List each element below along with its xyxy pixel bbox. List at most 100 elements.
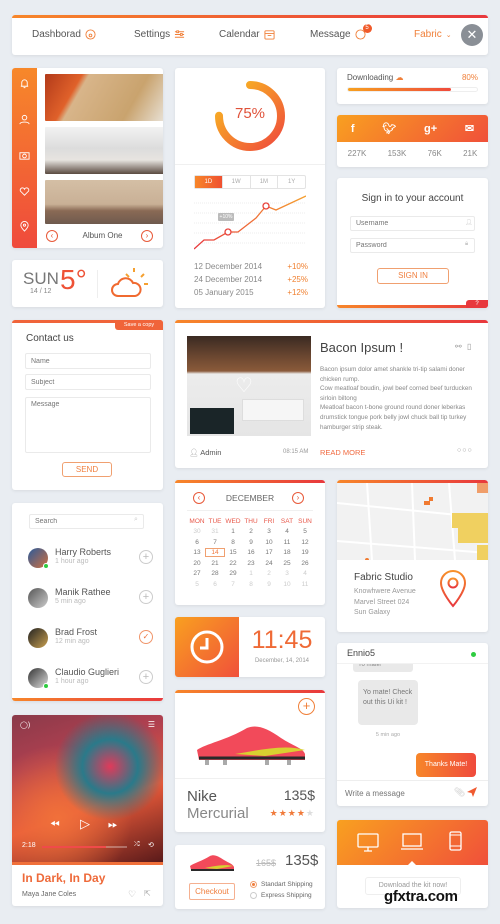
- avatar[interactable]: ✕: [461, 24, 483, 46]
- calendar-day[interactable]: 4: [278, 528, 296, 535]
- tablet-icon[interactable]: [449, 831, 462, 851]
- album-photo-desk[interactable]: [45, 74, 163, 121]
- calendar-day[interactable]: 13: [188, 549, 206, 556]
- range-tab-1d[interactable]: 1D: [195, 176, 223, 188]
- data-point[interactable]: [224, 228, 232, 236]
- radio-unselected[interactable]: [250, 892, 257, 899]
- forward-button[interactable]: ⏩︎: [108, 817, 118, 832]
- attach-icon[interactable]: 📎︎: [454, 787, 465, 798]
- bookmark-icon[interactable]: ▯: [467, 342, 471, 351]
- calendar-day[interactable]: 31: [206, 528, 224, 535]
- send-button[interactable]: SEND: [62, 462, 112, 477]
- calendar-day[interactable]: 9: [260, 581, 278, 588]
- calendar-day[interactable]: 10: [260, 539, 278, 546]
- map-pin-icon[interactable]: [439, 570, 467, 608]
- signin-button[interactable]: SIGN IN: [377, 268, 449, 284]
- heart-icon[interactable]: ♡: [235, 373, 253, 398]
- album-photo-bridge[interactable]: [45, 180, 163, 224]
- message-input[interactable]: [25, 397, 151, 453]
- laptop-icon[interactable]: [400, 833, 424, 851]
- calendar-day[interactable]: 7: [224, 581, 242, 588]
- next-month-button[interactable]: ›: [292, 492, 304, 504]
- add-person-button[interactable]: +: [139, 670, 153, 684]
- calendar-day[interactable]: 15: [224, 549, 242, 556]
- album-photo-office[interactable]: [45, 127, 163, 174]
- rewind-button[interactable]: ⏪︎: [50, 817, 60, 832]
- calendar-day[interactable]: 1: [242, 570, 260, 577]
- calendar-day[interactable]: 3: [260, 528, 278, 535]
- added-check-button[interactable]: ✓: [139, 630, 153, 644]
- send-icon[interactable]: [466, 786, 478, 798]
- calendar-day[interactable]: 24: [260, 560, 278, 567]
- more-options-icon[interactable]: ○○○: [457, 447, 473, 454]
- save-copy-button[interactable]: Save a copy: [115, 320, 163, 330]
- add-to-cart-button[interactable]: +: [298, 698, 315, 715]
- nav-message[interactable]: Message 5: [310, 24, 372, 40]
- equalizer-icon[interactable]: ☰: [148, 720, 155, 729]
- calendar-day[interactable]: 8: [224, 539, 242, 546]
- calendar-day[interactable]: 14: [205, 548, 225, 558]
- radio-selected[interactable]: [250, 881, 257, 888]
- calendar-day[interactable]: 7: [206, 539, 224, 546]
- user-menu[interactable]: Fabric ⌄: [414, 29, 452, 40]
- bell-icon[interactable]: [19, 78, 30, 89]
- facebook-icon[interactable]: f: [351, 123, 355, 135]
- calendar-day[interactable]: 11: [278, 539, 296, 546]
- volume-icon[interactable]: ◯): [20, 721, 30, 729]
- name-input[interactable]: [25, 353, 151, 369]
- range-tab-1y[interactable]: 1Y: [278, 176, 305, 188]
- calendar-day[interactable]: 1: [224, 528, 242, 535]
- calendar-day[interactable]: 2: [242, 528, 260, 535]
- calendar-day[interactable]: 20: [188, 560, 206, 567]
- album-next-button[interactable]: ›: [141, 230, 153, 242]
- calendar-day[interactable]: 6: [188, 539, 206, 546]
- username-input[interactable]: [350, 216, 475, 231]
- shipping-option[interactable]: Express Shipping: [250, 892, 312, 899]
- nav-dashboard[interactable]: Dashborad: [32, 29, 96, 40]
- user-icon[interactable]: [19, 114, 30, 125]
- calendar-day[interactable]: 21: [206, 560, 224, 567]
- person-row[interactable]: Harry Roberts 1 hour ago +: [28, 545, 153, 575]
- person-row[interactable]: Claudio Guglieri 1 hour ago +: [28, 665, 153, 695]
- calendar-day[interactable]: 8: [242, 581, 260, 588]
- calendar-day[interactable]: 4: [296, 570, 314, 577]
- add-person-button[interactable]: +: [139, 590, 153, 604]
- camera-icon[interactable]: [19, 150, 30, 161]
- calendar-day[interactable]: 26: [296, 560, 314, 567]
- subject-input[interactable]: [25, 374, 151, 390]
- calendar-day[interactable]: 10: [278, 581, 296, 588]
- calendar-day[interactable]: 17: [260, 549, 278, 556]
- desktop-icon[interactable]: [357, 833, 379, 853]
- calendar-day[interactable]: 6: [206, 581, 224, 588]
- calendar-day[interactable]: 5: [188, 581, 206, 588]
- chat-message-input[interactable]: [345, 785, 445, 801]
- calendar-day[interactable]: 27: [188, 570, 206, 577]
- read-more-link[interactable]: READ MORE: [320, 448, 365, 457]
- calendar-day[interactable]: 22: [224, 560, 242, 567]
- like-icon[interactable]: ♡: [128, 889, 136, 900]
- person-row[interactable]: Brad Frost 12 min ago ✓: [28, 625, 153, 655]
- calendar-day[interactable]: 25: [278, 560, 296, 567]
- calendar-day[interactable]: 11: [296, 581, 314, 588]
- product-image[interactable]: [195, 720, 307, 770]
- nav-calendar[interactable]: Calendar: [219, 29, 275, 40]
- calendar-day[interactable]: 5: [296, 528, 314, 535]
- person-row[interactable]: Manik Rathee 5 min ago +: [28, 585, 153, 615]
- range-tab-1w[interactable]: 1W: [223, 176, 251, 188]
- google-plus-icon[interactable]: g+: [424, 123, 437, 135]
- add-person-button[interactable]: +: [139, 550, 153, 564]
- calendar-day[interactable]: 9: [242, 539, 260, 546]
- twitter-icon[interactable]: 🐦︎: [382, 122, 396, 135]
- location-icon[interactable]: [19, 221, 30, 232]
- calendar-day[interactable]: 3: [278, 570, 296, 577]
- range-tab-1m[interactable]: 1M: [251, 176, 279, 188]
- prev-month-button[interactable]: ‹: [193, 492, 205, 504]
- calendar-day[interactable]: 30: [188, 528, 206, 535]
- blog-image[interactable]: ♡: [187, 336, 311, 436]
- album-prev-button[interactable]: ‹: [46, 230, 58, 242]
- nav-settings[interactable]: Settings: [134, 29, 185, 40]
- help-button[interactable]: ?: [466, 300, 488, 308]
- calendar-day[interactable]: 19: [296, 549, 314, 556]
- calendar-day[interactable]: 18: [278, 549, 296, 556]
- track-progress[interactable]: [42, 846, 127, 848]
